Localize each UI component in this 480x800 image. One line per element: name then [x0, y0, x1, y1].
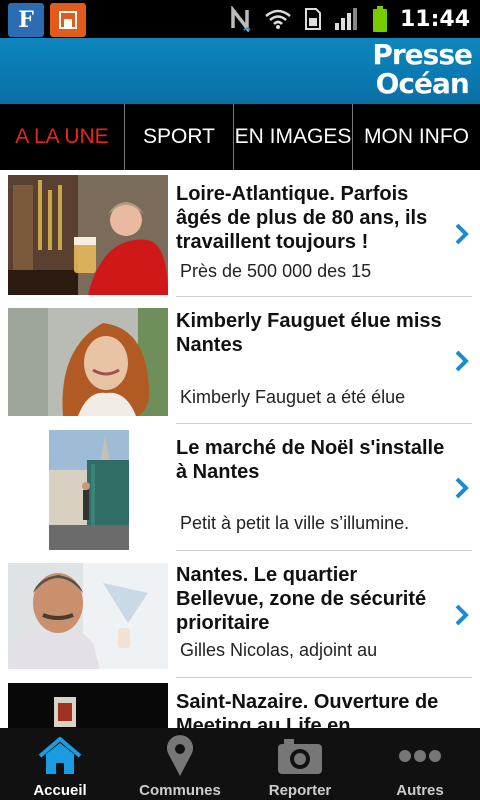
logo-line-2: Océan: [375, 67, 470, 100]
bottom-navigation: Accueil Communes Reporter Autres: [0, 728, 480, 800]
article-list: Loire-Atlantique. Parfois âgés de plus d…: [0, 170, 480, 728]
article-title[interactable]: Saint-Nazaire. Ouverture de Meeting au L…: [176, 690, 446, 728]
chevron-right-icon[interactable]: [454, 603, 470, 627]
article-item[interactable]: Saint-Nazaire. Ouverture de Meeting au L…: [0, 678, 480, 728]
tab-a-la-une[interactable]: A LA UNE: [0, 104, 125, 170]
chevron-right-icon[interactable]: [454, 476, 470, 500]
nav-label: Reporter: [268, 782, 332, 799]
article-snippet: Petit à petit la ville s’illumine.: [180, 513, 410, 533]
article-thumbnail: [49, 430, 129, 550]
nav-reporter[interactable]: Reporter: [240, 728, 360, 800]
notification-icons: F: [8, 3, 86, 37]
nav-label: Communes: [139, 782, 221, 799]
nav-communes[interactable]: Communes: [120, 728, 240, 800]
article-item[interactable]: Kimberly Fauguet élue miss Nantes Kimber…: [0, 297, 480, 424]
article-item[interactable]: Nantes. Le quartier Bellevue, zone de sé…: [0, 551, 480, 678]
article-thumbnail: [8, 175, 168, 295]
more-icon: [398, 736, 442, 776]
article-title[interactable]: Le marché de Noël s'installe à Nantes: [176, 436, 446, 484]
status-bar: F 11:44: [0, 0, 480, 38]
presse-ocean-logo[interactable]: Presse Océan: [372, 38, 473, 100]
home-icon: [37, 736, 83, 776]
map-pin-icon: [165, 735, 195, 776]
article-thumbnail: [8, 308, 168, 416]
nav-label: Accueil: [33, 782, 87, 799]
chevron-right-icon[interactable]: [454, 349, 470, 373]
tab-en-images[interactable]: EN IMAGES: [234, 104, 353, 170]
sim-icon: [304, 7, 322, 31]
sd-card-icon: [50, 3, 86, 37]
article-thumbnail: [8, 563, 168, 669]
article-snippet: Kimberly Fauguet a été élue: [180, 387, 406, 407]
article-item[interactable]: Le marché de Noël s'installe à Nantes Pe…: [0, 424, 480, 551]
article-title[interactable]: Loire-Atlantique. Parfois âgés de plus d…: [176, 182, 446, 254]
section-tabs: A LA UNE SPORT EN IMAGES MON INFO: [0, 104, 480, 170]
battery-icon: [372, 5, 388, 33]
article-title[interactable]: Kimberly Fauguet élue miss Nantes: [176, 309, 446, 357]
logo-line-1: Presse: [372, 38, 473, 71]
tab-sport[interactable]: SPORT: [125, 104, 234, 170]
article-thumbnail: [8, 683, 168, 728]
clock: 11:44: [399, 6, 470, 32]
article-item[interactable]: Loire-Atlantique. Parfois âgés de plus d…: [0, 170, 480, 297]
camera-icon: [276, 736, 324, 776]
article-snippet: Gilles Nicolas, adjoint au: [180, 640, 378, 660]
nav-autres[interactable]: Autres: [360, 728, 480, 800]
tab-mon-info[interactable]: MON INFO: [353, 104, 480, 170]
figaro-app-icon: F: [8, 3, 44, 37]
nav-accueil[interactable]: Accueil: [0, 728, 120, 800]
article-title[interactable]: Nantes. Le quartier Bellevue, zone de sé…: [176, 563, 446, 635]
nfc-icon: [230, 6, 252, 32]
nav-label: Autres: [396, 782, 444, 799]
wifi-icon: [264, 8, 292, 30]
app-header: Presse Océan: [0, 38, 480, 104]
article-snippet: Près de 500 000 des 15: [180, 261, 372, 281]
signal-icon: [334, 7, 360, 31]
chevron-right-icon[interactable]: [454, 222, 470, 246]
